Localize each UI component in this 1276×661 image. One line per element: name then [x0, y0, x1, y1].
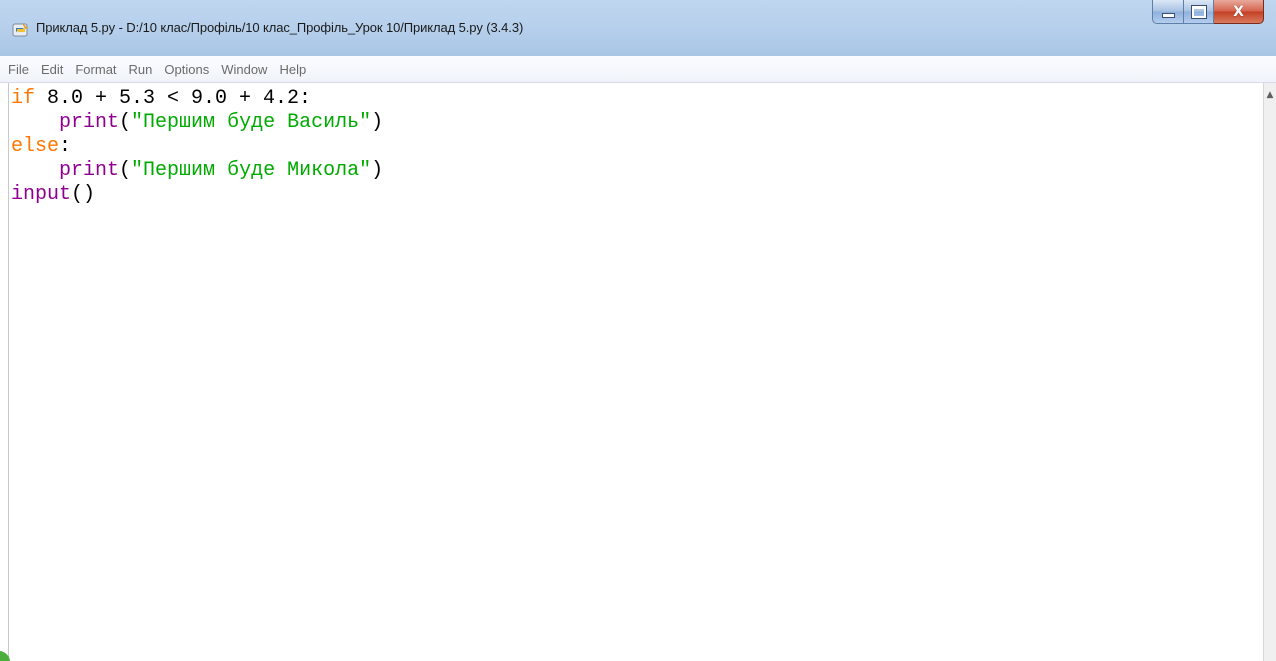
- code-token: (: [119, 159, 132, 182]
- code-line[interactable]: if 8.0 + 5.3 < 9.0 + 4.2:: [11, 87, 383, 111]
- menu-run[interactable]: Run: [123, 60, 159, 79]
- idle-editor-window: Приклад 5.py - D:/10 клас/Профіль/10 кла…: [0, 0, 1276, 661]
- code-token: input: [11, 183, 72, 206]
- code-token: "Першим буде Василь": [131, 111, 372, 134]
- python-idle-icon: [12, 23, 28, 37]
- code-line[interactable]: print("Першим буде Василь"): [11, 111, 383, 135]
- title-bar[interactable]: Приклад 5.py - D:/10 клас/Профіль/10 кла…: [0, 0, 1276, 56]
- maximize-icon: [1190, 4, 1207, 19]
- menu-file[interactable]: File: [2, 60, 35, 79]
- code-token: ): [371, 159, 384, 182]
- code-line[interactable]: input(): [11, 183, 383, 207]
- menu-options[interactable]: Options: [158, 60, 215, 79]
- code-token: ): [371, 111, 384, 134]
- code-text-area[interactable]: if 8.0 + 5.3 < 9.0 + 4.2: print("Першим …: [9, 87, 383, 207]
- minimize-icon: [1161, 13, 1175, 18]
- vertical-scrollbar[interactable]: ▲: [1263, 83, 1276, 661]
- code-token: else: [11, 135, 60, 158]
- code-token: if: [11, 87, 36, 110]
- code-line[interactable]: else:: [11, 135, 383, 159]
- minimize-button[interactable]: [1152, 0, 1184, 24]
- menu-window[interactable]: Window: [215, 60, 273, 79]
- menu-bar: File Edit Format Run Options Window Help: [0, 56, 1276, 83]
- window-title: Приклад 5.py - D:/10 клас/Профіль/10 кла…: [36, 20, 524, 35]
- code-token: print: [59, 111, 120, 134]
- menu-edit[interactable]: Edit: [35, 60, 69, 79]
- maximize-button[interactable]: [1184, 0, 1214, 24]
- close-icon: X: [1233, 3, 1244, 20]
- code-token: (): [71, 183, 96, 206]
- caption-buttons: X: [1152, 0, 1264, 28]
- code-token: (: [119, 111, 132, 134]
- code-token: print: [59, 159, 120, 182]
- code-line[interactable]: print("Першим буде Микола"): [11, 159, 383, 183]
- scroll-up-arrow-icon[interactable]: ▲: [1265, 87, 1275, 103]
- code-token: "Першим буде Микола": [131, 159, 372, 182]
- code-token: 8.0 + 5.3 < 9.0 + 4.2:: [35, 87, 312, 110]
- menu-help[interactable]: Help: [273, 60, 312, 79]
- code-token: :: [59, 135, 72, 158]
- code-editor[interactable]: if 8.0 + 5.3 < 9.0 + 4.2: print("Першим …: [8, 83, 1263, 661]
- menu-format[interactable]: Format: [69, 60, 122, 79]
- close-button[interactable]: X: [1214, 0, 1264, 24]
